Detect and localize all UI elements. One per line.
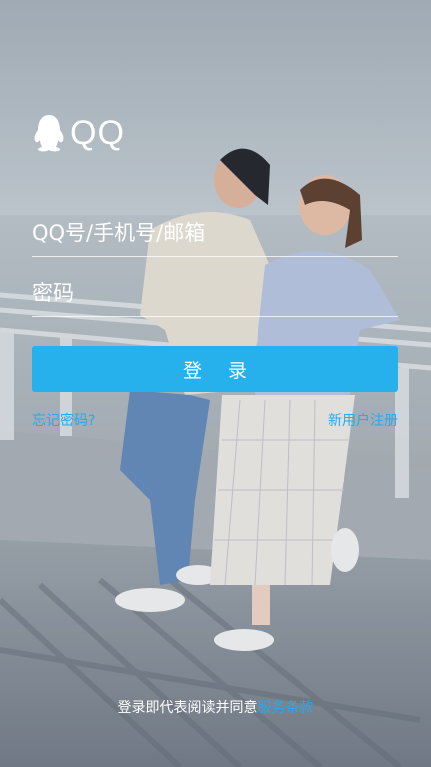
login-screen: QQ 登 录 忘记密码? 新用户注册 登录即代表阅读并同意服务条款 [0, 0, 431, 767]
account-input[interactable] [32, 210, 398, 256]
qq-logo: QQ [32, 112, 125, 154]
qq-penguin-icon [34, 115, 64, 152]
agreement-text: 登录即代表阅读并同意服务条款 [0, 697, 431, 717]
account-field-container [32, 210, 398, 257]
password-field-container [32, 270, 398, 317]
terms-link[interactable]: 服务条款 [258, 700, 314, 716]
login-button[interactable]: 登 录 [32, 346, 398, 392]
password-input[interactable] [32, 270, 398, 316]
agreement-prefix: 登录即代表阅读并同意 [117, 700, 258, 716]
register-link[interactable]: 新用户注册 [328, 410, 398, 430]
logo-text: QQ [70, 114, 125, 152]
forgot-password-link[interactable]: 忘记密码? [32, 410, 95, 430]
